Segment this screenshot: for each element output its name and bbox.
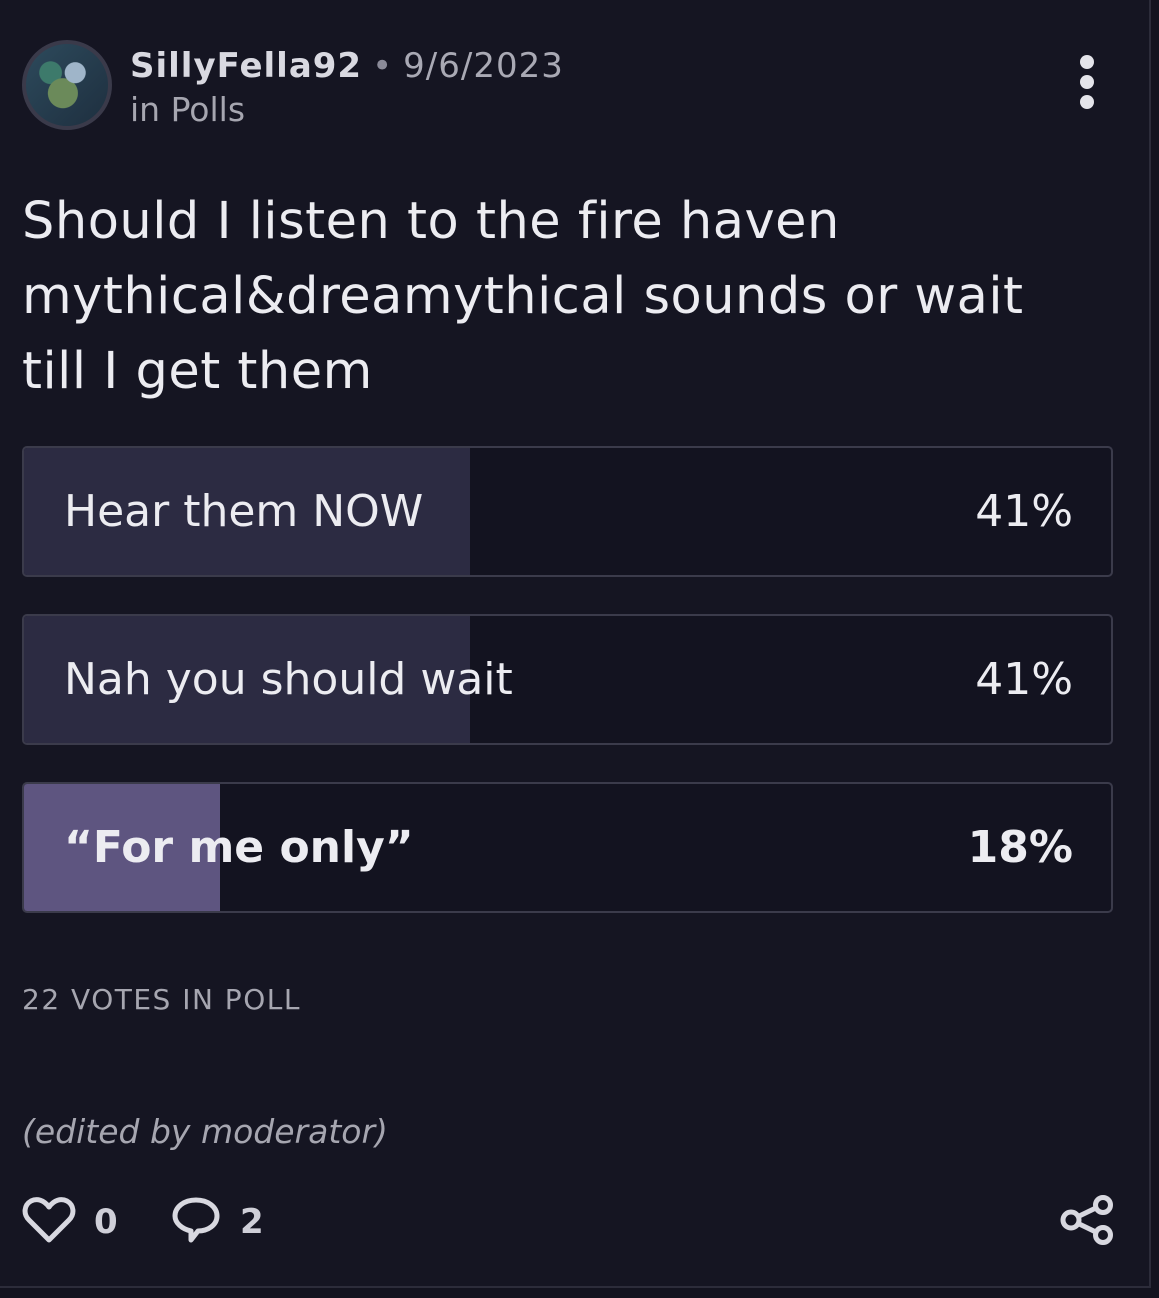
like-count: 0 bbox=[94, 1202, 118, 1242]
post-card: SillyFella92 • 9/6/2023 in Polls Should I … bbox=[0, 0, 1151, 1288]
poll-option-percent: 18% bbox=[967, 822, 1073, 873]
poll-option-label: Hear them NOW bbox=[64, 486, 424, 537]
poll-question: Should I listen to the fire haven mythic… bbox=[22, 192, 1024, 401]
votes-count: 22 VOTES IN POLL bbox=[22, 983, 301, 1016]
poll-option-3[interactable]: “For me only” 18% bbox=[22, 782, 1113, 913]
poll-option-1[interactable]: Hear them NOW 41% bbox=[22, 446, 1113, 577]
poll-option-label: Nah you should wait bbox=[64, 654, 513, 705]
author-name[interactable]: SillyFella92 bbox=[130, 46, 362, 86]
edited-note: (edited by moderator) bbox=[22, 1112, 388, 1151]
post-header: SillyFella92 • 9/6/2023 bbox=[130, 46, 564, 86]
comment-count: 2 bbox=[240, 1202, 264, 1242]
poll-option-2[interactable]: Nah you should wait 41% bbox=[22, 614, 1113, 745]
like-button[interactable]: 0 bbox=[22, 1197, 118, 1247]
share-icon bbox=[1058, 1195, 1116, 1249]
comment-button[interactable]: 2 bbox=[170, 1197, 264, 1247]
avatar[interactable] bbox=[22, 40, 112, 130]
separator-dot: • bbox=[372, 46, 394, 86]
poll-option-percent: 41% bbox=[975, 654, 1073, 705]
post-date: 9/6/2023 bbox=[403, 46, 564, 86]
category-label[interactable]: in Polls bbox=[130, 90, 245, 129]
poll-option-label: “For me only” bbox=[64, 822, 414, 873]
heart-icon bbox=[22, 1195, 76, 1249]
poll-option-percent: 41% bbox=[975, 486, 1073, 537]
speech-bubble-icon bbox=[170, 1195, 222, 1249]
more-vertical-icon[interactable] bbox=[1072, 55, 1102, 115]
share-button[interactable] bbox=[1058, 1195, 1116, 1249]
